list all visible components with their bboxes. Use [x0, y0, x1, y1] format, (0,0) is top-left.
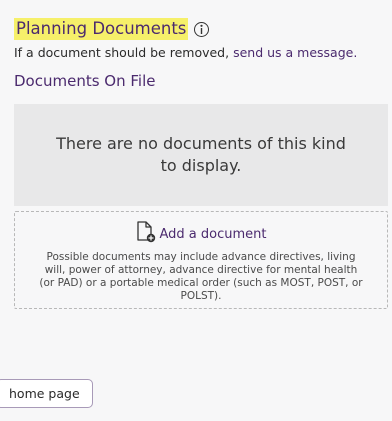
empty-documents-panel: There are no documents of this kind to d… [14, 104, 388, 206]
empty-message: There are no documents of this kind to d… [56, 134, 346, 175]
document-types-hint: Possible documents may include advance d… [39, 251, 363, 302]
add-document-button[interactable]: Add a document [15, 221, 387, 247]
page-title: Planning Documents [14, 18, 189, 40]
info-icon[interactable] [194, 21, 210, 37]
documents-heading: Documents On File [14, 72, 156, 90]
section-header: Planning Documents [14, 18, 210, 40]
file-add-icon [136, 221, 156, 247]
send-message-link[interactable]: send us a message. [233, 45, 357, 60]
notice-text: If a document should be removed, [14, 45, 230, 60]
home-page-button[interactable]: home page [0, 379, 93, 408]
add-document-label: Add a document [159, 226, 267, 242]
removal-notice: If a document should be removed, send us… [14, 45, 357, 60]
add-document-dropzone[interactable]: Add a document Possible documents may in… [14, 211, 388, 309]
